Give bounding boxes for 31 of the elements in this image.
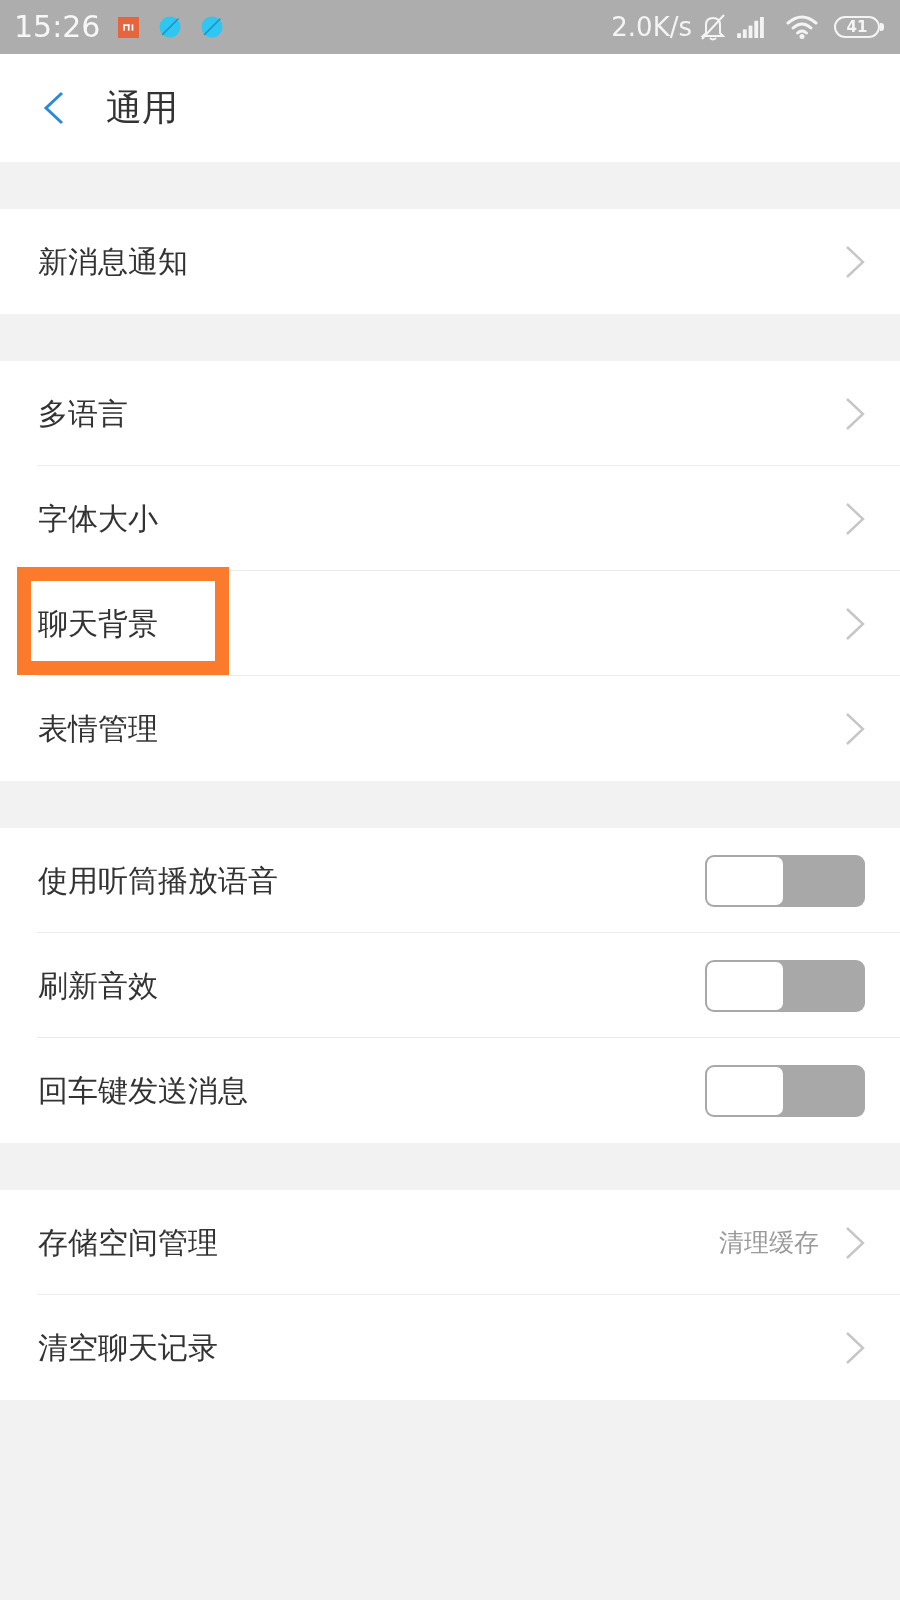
signal-icon [737, 16, 764, 38]
chevron-right-icon [845, 1331, 865, 1364]
wifi-icon [786, 15, 818, 39]
toggle-switch[interactable] [705, 959, 865, 1012]
settings-row[interactable]: 多语言 [0, 361, 900, 466]
app-notification-icon [158, 15, 183, 39]
settings-row[interactable]: 表情管理 [0, 676, 900, 781]
settings-row[interactable]: 新消息通知 [0, 209, 900, 314]
toggle-switch[interactable] [705, 854, 865, 907]
chevron-right-icon [845, 502, 865, 535]
setting-label: 刷新音效 [38, 967, 159, 1004]
settings-row[interactable]: 存储空间管理 清理缓存 [0, 1190, 900, 1295]
chevron-right-icon [845, 1226, 865, 1259]
chevron-right-icon [845, 397, 865, 430]
settings-row[interactable]: 字体大小 [0, 466, 900, 571]
network-speed: 2.0K/s [611, 14, 692, 40]
setting-label: 使用听筒播放语音 [38, 862, 279, 899]
chevron-right-icon [845, 607, 865, 640]
battery-percent: 41 [846, 19, 868, 35]
page-title: 通用 [106, 90, 178, 126]
muted-bell-icon [700, 13, 726, 41]
setting-value: 清理缓存 [719, 1227, 819, 1258]
app-notification-icon [118, 16, 140, 38]
settings-row[interactable]: 清空聊天记录 [0, 1295, 900, 1400]
setting-label: 回车键发送消息 [38, 1072, 249, 1109]
app-notification-icon [200, 15, 225, 39]
toggle-switch[interactable] [705, 1064, 865, 1117]
chevron-right-icon [845, 712, 865, 745]
status-time: 15:26 [14, 12, 101, 42]
back-chevron-icon [41, 91, 65, 125]
chevron-right-icon [845, 245, 865, 278]
